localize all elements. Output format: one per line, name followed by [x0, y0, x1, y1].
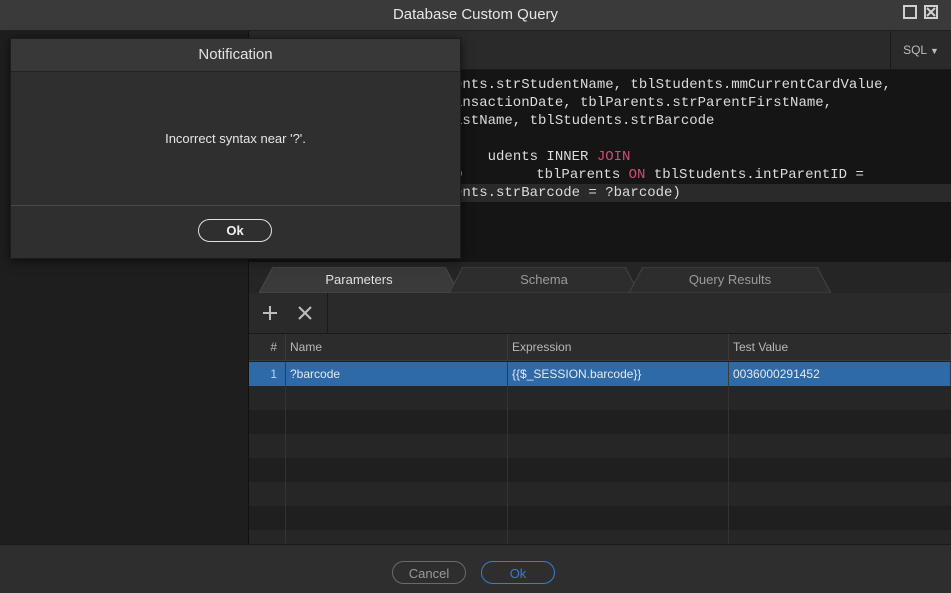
table-row[interactable]: 1 ?barcode {{$_SESSION.barcode}} 0036000…: [249, 362, 951, 386]
code-text: tblStudents.intParentID =: [645, 167, 864, 183]
notification-header: Notification: [11, 39, 460, 72]
param-name-cell[interactable]: ?barcode: [286, 362, 508, 386]
tab-parameters[interactable]: Parameters: [259, 267, 459, 293]
column-divider: [285, 386, 286, 544]
sql-keyword: ON: [628, 167, 646, 183]
ok-button[interactable]: Ok: [481, 561, 555, 584]
empty-row: [249, 506, 951, 530]
column-header-number[interactable]: #: [249, 334, 286, 360]
dialog-footer: Cancel Ok: [0, 544, 951, 593]
grid-header: # Name Expression Test Value: [249, 334, 951, 361]
tab-schema[interactable]: Schema: [449, 267, 639, 293]
empty-row: [249, 386, 951, 410]
empty-row: [249, 482, 951, 506]
code-line: ents.strStudentName, tblStudents.mmCurre…: [454, 77, 891, 93]
empty-row: [249, 410, 951, 434]
param-test-value-cell[interactable]: 0036000291452: [729, 362, 951, 386]
cancel-button[interactable]: Cancel: [392, 561, 466, 584]
empty-row: [249, 530, 951, 544]
code-line: astName, tblStudents.strBarcode: [454, 113, 715, 129]
window-title: Database Custom Query: [392, 6, 559, 23]
code-line-current: ents.strBarcode = ?barcode): [454, 184, 951, 202]
close-x-glyph-icon: [926, 7, 936, 17]
empty-row: [249, 434, 951, 458]
window-title-bar: Database Custom Query: [0, 0, 951, 31]
notification-dialog: Notification Incorrect syntax near '?'. …: [10, 38, 461, 259]
column-header-name[interactable]: Name: [286, 334, 508, 360]
parameters-toolbar: [249, 293, 951, 334]
tab-bar: Parameters Schema Query Results: [249, 262, 951, 294]
tab-label: Query Results: [688, 272, 772, 287]
chevron-down-icon: ▼: [930, 46, 939, 56]
code-line: tblParents ON tblStudents.intParentID =: [469, 148, 864, 183]
toolbar-divider: [327, 293, 328, 333]
column-header-expression[interactable]: Expression: [508, 334, 729, 360]
notification-title: Notification: [198, 46, 273, 63]
notification-ok-button[interactable]: Ok: [198, 219, 272, 242]
code-line: udents INNER JOIN: [454, 130, 631, 165]
column-divider: [728, 386, 729, 544]
tab-label: Schema: [520, 272, 568, 287]
add-parameter-button[interactable]: [258, 301, 282, 325]
language-dropdown[interactable]: SQL ▼: [890, 31, 951, 69]
language-label: SQL: [903, 43, 927, 57]
remove-parameter-button[interactable]: [293, 301, 317, 325]
tab-query-results[interactable]: Query Results: [629, 267, 831, 293]
plus-icon: [263, 306, 277, 320]
column-header-test-value[interactable]: Test Value: [729, 334, 951, 360]
param-expression-cell[interactable]: {{$_SESSION.barcode}}: [508, 362, 729, 386]
parameters-grid: # Name Expression Test Value 1 ?barcode …: [249, 334, 951, 544]
tab-label: Parameters: [325, 272, 393, 287]
column-divider: [507, 386, 508, 544]
close-icon: [298, 306, 312, 320]
row-number: 1: [249, 362, 286, 386]
maximize-icon[interactable]: [903, 5, 917, 19]
empty-row: [249, 458, 951, 482]
close-window-icon[interactable]: [924, 5, 938, 19]
code-text: tblParents: [502, 167, 629, 183]
notification-footer: Ok: [11, 205, 460, 259]
notification-message: Incorrect syntax near '?'.: [165, 131, 306, 146]
code-line: ansactionDate, tblParents.strParentFirst…: [454, 95, 833, 111]
